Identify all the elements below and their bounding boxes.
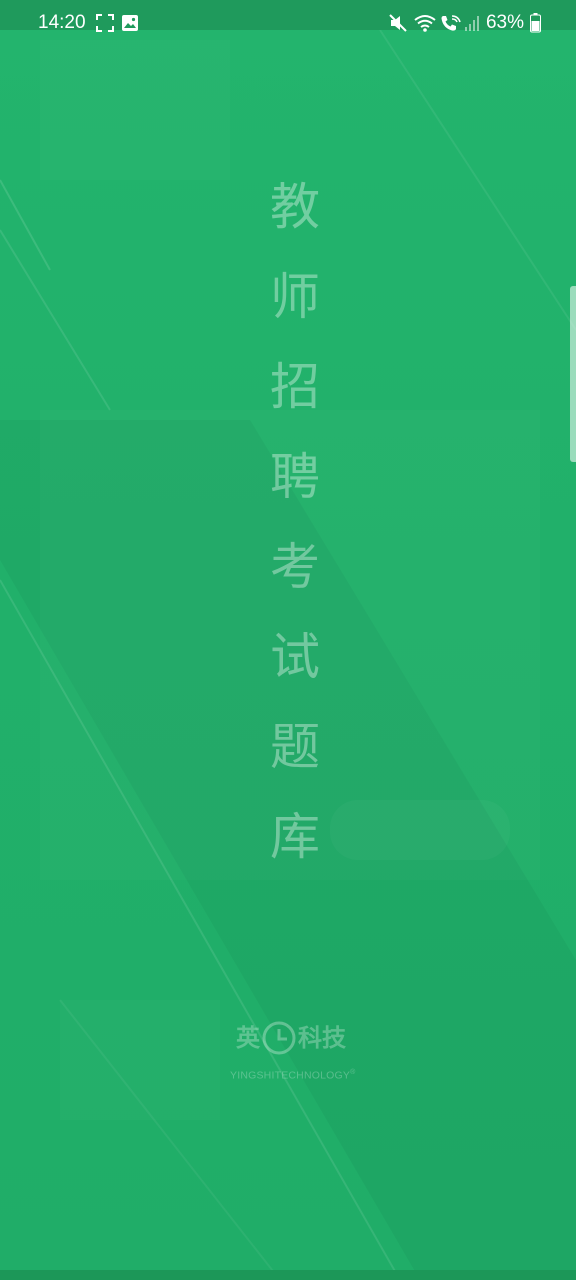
logo-text-right: 科技 [298, 1024, 346, 1052]
status-time: 14:20 [38, 12, 86, 33]
app-title-vertical: 教 师 招 聘 考 试 题 库 [260, 172, 330, 892]
title-char: 考 [270, 538, 320, 596]
company-logo: 英 科技 YINGSHITECHNOLOGY® [228, 1016, 364, 1088]
title-char: 教 [270, 178, 320, 236]
status-bar: 14:20 63% [0, 0, 576, 33]
title-char: 试 [270, 628, 320, 686]
title-char: 题 [270, 718, 320, 776]
title-char: 招 [270, 358, 320, 416]
registered-mark: ® [350, 1069, 356, 1076]
image-icon [121, 14, 139, 36]
navigation-bar [0, 1270, 576, 1280]
wifi-calling-icon [440, 14, 462, 36]
logo-mark: 英 科技 [236, 1016, 364, 1060]
battery-icon [530, 13, 541, 37]
logo-text-left: 英 [236, 1024, 260, 1052]
logo-english-text: YINGSHITECHNOLOGY® [230, 1066, 366, 1083]
mute-icon [388, 14, 408, 36]
battery-percent: 63% [485, 12, 524, 33]
screenshot-icon [96, 14, 114, 36]
logo-english-name: YINGSHITECHNOLOGY [230, 1069, 351, 1082]
title-char: 师 [270, 268, 320, 326]
clock-icon [262, 1021, 296, 1055]
title-char: 库 [270, 808, 320, 866]
signal-icon [464, 14, 480, 36]
title-char: 聘 [270, 448, 320, 506]
wifi-icon [414, 14, 436, 36]
splash-screen: 14:20 63% 教 师 招 聘 考 试 题 库 英 科技 YINGSHITE… [0, 0, 576, 1280]
edge-panel-handle[interactable] [570, 286, 576, 462]
